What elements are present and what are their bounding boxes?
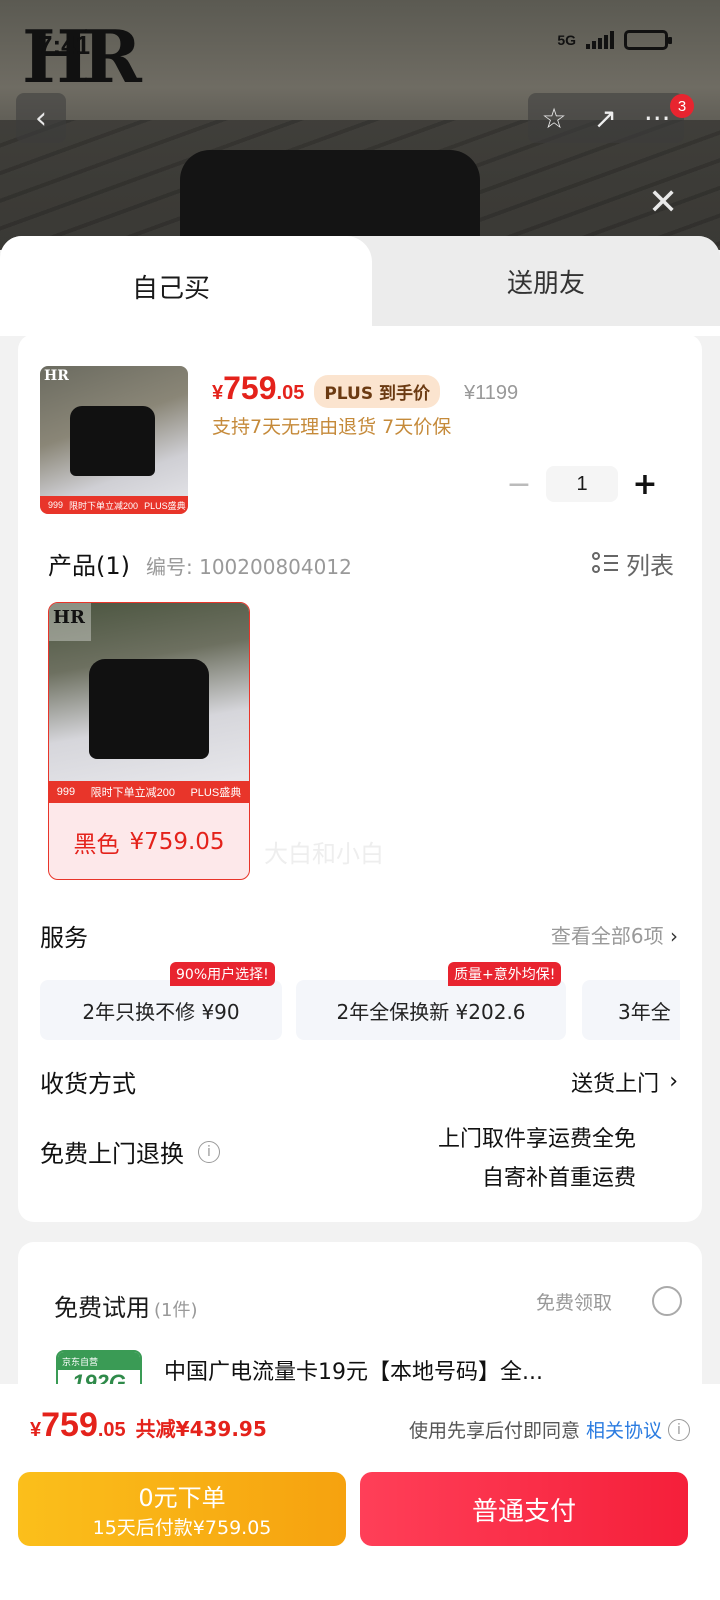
original-price: ¥1199 xyxy=(463,382,519,404)
agreement-note: 使用先享后付即同意 相关协议 i xyxy=(409,1416,690,1443)
delivery-value: 送货上门 › xyxy=(571,1069,678,1097)
services-title: 服务 xyxy=(40,924,88,952)
variant-strip-tag: PLUS盛典 xyxy=(190,787,242,799)
delivery-row[interactable]: 收货方式 送货上门 › xyxy=(40,1064,678,1099)
purchase-tabs: 自己买 送朋友 xyxy=(0,236,720,336)
pay-later-title: 0元下单 xyxy=(138,1484,226,1512)
list-icon xyxy=(592,551,618,576)
price-row: ¥759.05 PLUS 到手价 ¥1199 xyxy=(212,370,518,408)
product-code: 编号: 100200804012 xyxy=(146,555,352,579)
service-tag-2: 质量+意外均保! xyxy=(448,962,562,986)
list-view-toggle[interactable]: 列表 xyxy=(592,546,674,581)
services-view-all[interactable]: 查看全部6项 › xyxy=(551,920,678,949)
status-icons: 5G xyxy=(557,30,672,50)
service-option-1[interactable]: 2年只换不修 ¥90 xyxy=(40,980,282,1040)
variant-strip-text: 限时下单立减200 xyxy=(90,787,175,799)
service-tag-1: 90%用户选择! xyxy=(170,962,275,986)
more-icon[interactable]: ··· xyxy=(644,102,671,135)
delivery-label: 收货方式 xyxy=(40,1070,136,1098)
status-time: 7:41 xyxy=(38,30,91,60)
trial-title: 免费试用 xyxy=(54,1294,150,1322)
variant-brand-logo: HR xyxy=(49,603,91,641)
signal-icon xyxy=(586,31,614,49)
trial-radio[interactable] xyxy=(652,1286,682,1316)
thumb-promo-strip: 999 限时下单立减200 PLUS盛典 xyxy=(40,496,188,514)
star-icon[interactable]: ☆ xyxy=(541,102,566,135)
agreement-text: 使用先享后付即同意 xyxy=(408,1420,580,1442)
agreement-link[interactable]: 相关协议 xyxy=(586,1416,662,1443)
close-icon[interactable]: ✕ xyxy=(648,182,678,223)
info-icon[interactable]: i xyxy=(668,1418,690,1441)
trial-count: (1件) xyxy=(154,1300,198,1321)
free-return-label: 免费上门退换 i xyxy=(40,1134,220,1169)
decrease-button[interactable]: − xyxy=(504,467,534,502)
free-return-line1: 上门取件享运费全免 xyxy=(437,1127,636,1152)
products-header: 产品(1) 编号: 100200804012 xyxy=(48,546,352,581)
trial-header: 免费试用 (1件) xyxy=(54,1288,198,1323)
header-actions: ☆ ↗ ··· xyxy=(528,93,684,143)
thumb-strip-price: 999 xyxy=(48,500,64,510)
info-icon[interactable]: i xyxy=(198,1140,220,1163)
quantity-value[interactable]: 1 xyxy=(546,466,618,502)
total-savings: 共减¥439.95 xyxy=(135,1417,267,1441)
thumb-strip-tag: PLUS盛典 xyxy=(144,500,186,511)
checkout-bar: ¥759.05 共减¥439.95 使用先享后付即同意 相关协议 i 0元下单 1… xyxy=(0,1384,720,1600)
chevron-right-icon: › xyxy=(669,1069,678,1094)
plus-price-tag: PLUS 到手价 xyxy=(314,375,440,408)
increase-button[interactable]: + xyxy=(630,467,660,502)
services-list: 2年只换不修 ¥90 2年全保换新 ¥202.6 3年全 xyxy=(40,980,680,1040)
network-label: 5G xyxy=(557,32,576,48)
hero-bag-shape xyxy=(180,150,480,250)
variant-color: 黑色 xyxy=(73,832,120,858)
service-option-2[interactable]: 2年全保换新 ¥202.6 xyxy=(296,980,566,1040)
battery-icon xyxy=(624,30,672,50)
variant-price: ¥759.05 xyxy=(129,829,225,855)
total-price: ¥759.05 xyxy=(30,1406,126,1444)
pay-later-button[interactable]: 0元下单 15天后付款¥759.05 xyxy=(18,1472,346,1546)
notification-badge: 3 xyxy=(670,94,694,118)
sim-card-brand: 京东自营 xyxy=(58,1352,140,1370)
tab-buy-self[interactable]: 自己买 xyxy=(0,236,372,336)
thumb-strip-text: 限时下单立减200 xyxy=(69,500,139,511)
list-label: 列表 xyxy=(626,552,674,580)
back-button[interactable]: ‹ xyxy=(16,93,66,143)
total-row: ¥759.05 共减¥439.95 xyxy=(30,1406,267,1445)
free-return-line2: 自寄补首重运费 xyxy=(481,1166,636,1191)
variant-promo-strip: 999 限时下单立减200 PLUS盛典 xyxy=(49,781,249,803)
chevron-right-icon: › xyxy=(670,924,678,948)
normal-pay-button[interactable]: 普通支付 xyxy=(360,1472,688,1546)
variant-label: 黑色 ¥759.05 xyxy=(49,803,249,879)
tab-gift-friend[interactable]: 送朋友 xyxy=(372,236,720,326)
trial-get-label: 免费领取 xyxy=(535,1292,612,1314)
thumb-brand-logo: HR xyxy=(44,368,69,384)
service-option-3[interactable]: 3年全 xyxy=(582,980,680,1040)
product-thumbnail: HR 999 限时下单立减200 PLUS盛典 xyxy=(40,366,188,514)
return-promise: 支持7天无理由退货 7天价保 xyxy=(212,416,452,438)
quantity-stepper: − 1 + xyxy=(504,466,660,502)
share-icon[interactable]: ↗ xyxy=(593,102,616,135)
product-card: HR 999 限时下单立减200 PLUS盛典 ¥759.05 PLUS 到手价… xyxy=(18,334,702,1222)
watermark: 大白和小白 xyxy=(264,840,384,868)
products-title: 产品(1) xyxy=(48,552,130,580)
variant-strip-price: 999 xyxy=(56,786,76,798)
trial-item-name[interactable]: 中国广电流量卡19元【本地号码】全... xyxy=(164,1354,543,1386)
pay-later-subtitle: 15天后付款¥759.05 xyxy=(92,1517,272,1539)
variant-option-black[interactable]: HR 999 限时下单立减200 PLUS盛典 黑色 ¥759.05 xyxy=(48,602,250,880)
unit-price: ¥759.05 xyxy=(212,370,305,406)
back-chevron-icon: ‹ xyxy=(35,100,47,136)
free-return-values: 上门取件享运费全免 自寄补首重运费 xyxy=(438,1120,636,1198)
